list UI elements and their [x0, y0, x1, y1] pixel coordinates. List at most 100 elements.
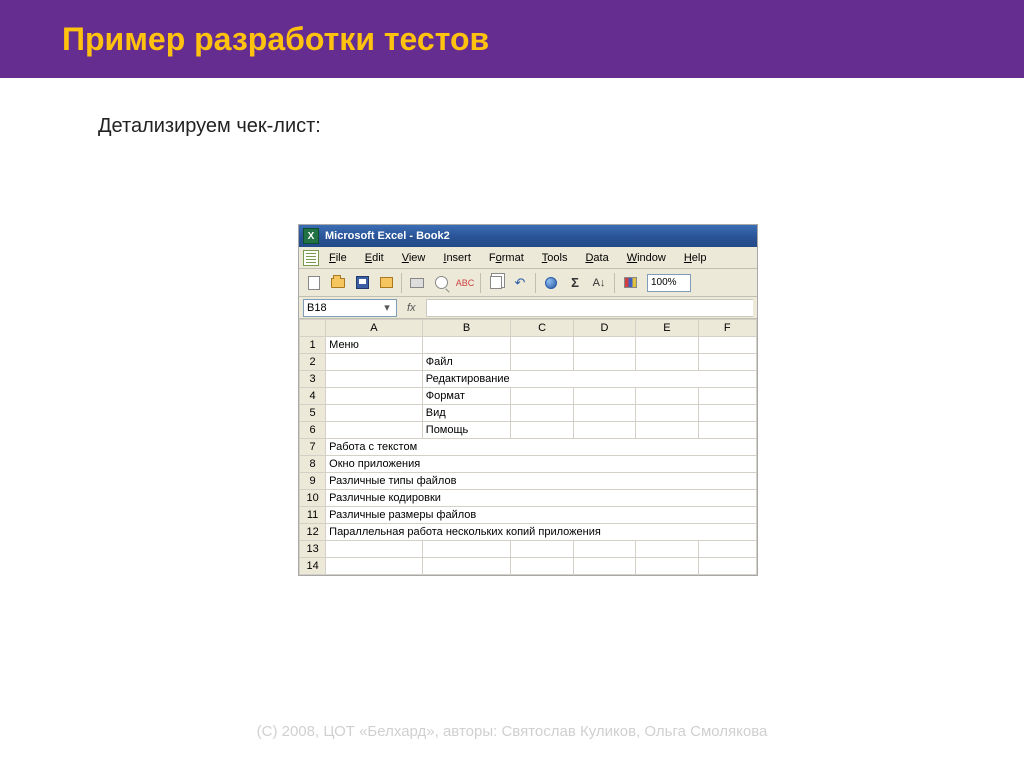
cell[interactable]: Работа с текстом — [326, 439, 757, 456]
cell[interactable]: Файл — [422, 354, 511, 371]
cell[interactable] — [511, 405, 573, 422]
col-header-D[interactable]: D — [573, 320, 635, 337]
row-header[interactable]: 14 — [300, 558, 326, 575]
copy-button[interactable] — [485, 272, 507, 294]
cell[interactable] — [511, 558, 573, 575]
cell[interactable] — [422, 558, 511, 575]
cell[interactable]: Окно приложения — [326, 456, 757, 473]
spelling-button[interactable]: ABC — [454, 272, 476, 294]
row-header[interactable]: 13 — [300, 541, 326, 558]
menu-window[interactable]: Window — [619, 250, 674, 266]
cell[interactable] — [326, 541, 423, 558]
col-header-B[interactable]: B — [422, 320, 511, 337]
cell[interactable] — [573, 337, 635, 354]
col-header-C[interactable]: C — [511, 320, 573, 337]
cell[interactable]: Вид — [422, 405, 511, 422]
new-button[interactable] — [303, 272, 325, 294]
cell[interactable] — [511, 388, 573, 405]
cell[interactable] — [573, 405, 635, 422]
cell[interactable] — [698, 422, 756, 439]
menu-view[interactable]: View — [394, 250, 434, 266]
cell[interactable] — [326, 405, 423, 422]
row-header[interactable]: 5 — [300, 405, 326, 422]
cell[interactable]: Различные кодировки — [326, 490, 757, 507]
permission-button[interactable] — [375, 272, 397, 294]
cell[interactable] — [698, 541, 756, 558]
cell[interactable] — [511, 354, 573, 371]
row-header[interactable]: 3 — [300, 371, 326, 388]
menu-help[interactable]: Help — [676, 250, 715, 266]
cell[interactable]: Формат — [422, 388, 511, 405]
row-header[interactable]: 9 — [300, 473, 326, 490]
spreadsheet-grid[interactable]: A B C D E F 1Меню2 Файл 3 Редактирование 4 Фо… — [299, 319, 757, 575]
cell[interactable] — [573, 388, 635, 405]
cell[interactable] — [511, 422, 573, 439]
chart-button[interactable] — [619, 272, 641, 294]
row-header[interactable]: 12 — [300, 524, 326, 541]
row-header[interactable]: 11 — [300, 507, 326, 524]
row-header[interactable]: 10 — [300, 490, 326, 507]
menu-tools[interactable]: Tools — [534, 250, 576, 266]
cell[interactable] — [636, 388, 698, 405]
cell[interactable] — [636, 405, 698, 422]
cell[interactable] — [326, 422, 423, 439]
cell[interactable] — [636, 337, 698, 354]
select-all-corner[interactable] — [300, 320, 326, 337]
cell[interactable] — [573, 422, 635, 439]
cell[interactable] — [573, 354, 635, 371]
formula-input[interactable] — [426, 299, 753, 317]
sort-button[interactable]: A↓ — [588, 272, 610, 294]
cell[interactable] — [511, 541, 573, 558]
row-header[interactable]: 6 — [300, 422, 326, 439]
row-header[interactable]: 4 — [300, 388, 326, 405]
cell[interactable] — [511, 337, 573, 354]
save-button[interactable] — [351, 272, 373, 294]
col-header-F[interactable]: F — [698, 320, 756, 337]
menu-insert[interactable]: Insert — [435, 250, 479, 266]
cell[interactable] — [326, 354, 423, 371]
cell[interactable]: Различные размеры файлов — [326, 507, 757, 524]
autosum-button[interactable]: Σ — [564, 272, 586, 294]
row-header[interactable]: 8 — [300, 456, 326, 473]
excel-titlebar[interactable]: X Microsoft Excel - Book2 — [299, 225, 757, 247]
cell[interactable]: Различные типы файлов — [326, 473, 757, 490]
cell[interactable] — [698, 337, 756, 354]
row-header[interactable]: 7 — [300, 439, 326, 456]
cell[interactable]: Редактирование — [422, 371, 756, 388]
open-button[interactable] — [327, 272, 349, 294]
cell[interactable] — [698, 558, 756, 575]
col-header-E[interactable]: E — [636, 320, 698, 337]
menu-file[interactable]: File — [321, 250, 355, 266]
row-header[interactable]: 1 — [300, 337, 326, 354]
cell[interactable] — [326, 371, 423, 388]
cell[interactable] — [326, 558, 423, 575]
cell[interactable]: Параллельная работа нескольких копий при… — [326, 524, 757, 541]
menu-data[interactable]: Data — [577, 250, 616, 266]
print-button[interactable] — [406, 272, 428, 294]
cell[interactable] — [326, 388, 423, 405]
hyperlink-button[interactable] — [540, 272, 562, 294]
cell[interactable] — [636, 354, 698, 371]
menu-format[interactable]: Format — [481, 250, 532, 266]
cell[interactable] — [698, 405, 756, 422]
cell[interactable] — [698, 354, 756, 371]
cell[interactable] — [573, 558, 635, 575]
menu-edit[interactable]: Edit — [357, 250, 392, 266]
cell[interactable] — [698, 388, 756, 405]
col-header-A[interactable]: A — [326, 320, 423, 337]
zoom-combo[interactable]: 100% — [647, 274, 691, 292]
preview-button[interactable] — [430, 272, 452, 294]
row-header[interactable]: 2 — [300, 354, 326, 371]
cell[interactable] — [636, 558, 698, 575]
cell[interactable] — [422, 541, 511, 558]
cell[interactable]: Помощь — [422, 422, 511, 439]
cell[interactable] — [636, 422, 698, 439]
fx-label[interactable]: fx — [401, 302, 422, 314]
cell[interactable] — [422, 337, 511, 354]
undo-button[interactable]: ↶ — [509, 272, 531, 294]
excel-doc-icon[interactable] — [303, 250, 319, 266]
cell[interactable]: Меню — [326, 337, 423, 354]
cell[interactable] — [636, 541, 698, 558]
chevron-down-icon[interactable]: ▾ — [381, 301, 393, 314]
name-box[interactable]: B18 ▾ — [303, 299, 397, 317]
